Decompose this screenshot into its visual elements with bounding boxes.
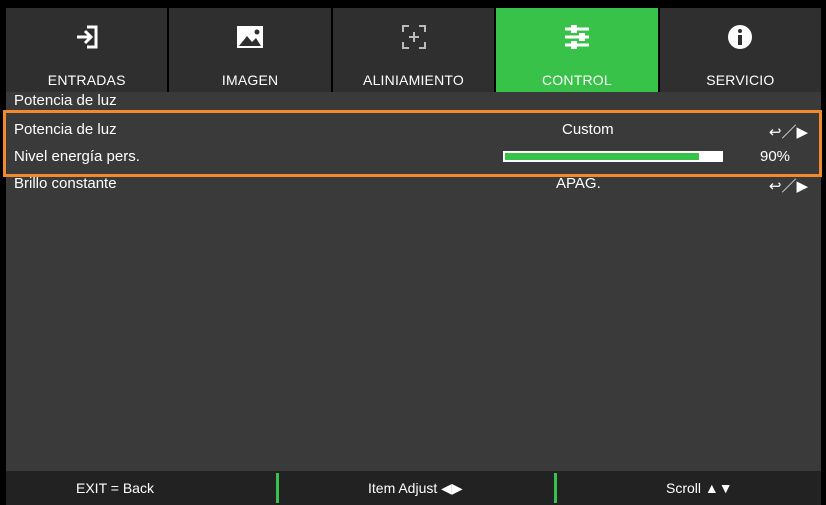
tab-label: ENTRADAS xyxy=(47,72,126,88)
enter-arrow-icon[interactable]: ↩／▶ xyxy=(769,175,808,196)
selection-highlight xyxy=(3,110,822,177)
tab-aliniamiento[interactable]: ALINIAMIENTO xyxy=(332,8,497,92)
tab-servicio[interactable]: SERVICIO xyxy=(659,8,822,92)
tab-entradas[interactable]: ENTRADAS xyxy=(6,8,170,92)
footer-divider xyxy=(276,473,279,503)
tab-label: CONTROL xyxy=(541,72,612,88)
input-icon xyxy=(76,25,98,49)
footer-bar: EXIT = Back Item Adjust ◀▶ Scroll ▲▼ xyxy=(6,471,821,505)
footer-divider xyxy=(554,473,557,503)
tab-label: SERVICIO xyxy=(706,72,775,88)
adjust-hint: Item Adjust ◀▶ xyxy=(368,480,463,496)
tab-bar: ENTRADAS IMAGEN ALINIAMIENTO CONTROL SER… xyxy=(6,8,822,92)
row-value: APAG. xyxy=(556,175,601,192)
alignment-icon xyxy=(401,25,426,49)
row-label: Brillo constante xyxy=(14,175,117,192)
exit-hint: EXIT = Back xyxy=(76,480,154,496)
tab-imagen[interactable]: IMAGEN xyxy=(169,8,333,92)
tab-control[interactable]: CONTROL xyxy=(496,8,660,92)
image-icon xyxy=(237,26,264,48)
menu-row-brillo[interactable]: Brillo constante APAG. ↩／▶ xyxy=(14,175,808,197)
tab-label: IMAGEN xyxy=(221,72,279,88)
sliders-icon xyxy=(564,25,589,49)
section-title: Potencia de luz xyxy=(14,92,117,109)
info-icon xyxy=(728,25,753,49)
scroll-hint: Scroll ▲▼ xyxy=(666,480,733,496)
tab-label: ALINIAMIENTO xyxy=(363,72,464,88)
